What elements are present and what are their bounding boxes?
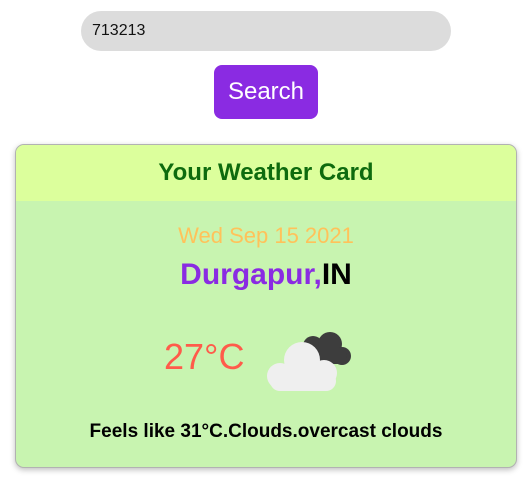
search-input[interactable]: [81, 11, 451, 51]
weather-card-title: Your Weather Card: [158, 159, 374, 186]
search-button[interactable]: Search: [214, 65, 318, 119]
temperature-value: 27°C: [164, 336, 245, 377]
country-code: IN: [321, 258, 352, 291]
broken-clouds-icon: [267, 332, 351, 391]
weather-card: Your Weather Card Wed Sep 15 2021 Durgap…: [15, 144, 517, 468]
weather-date: Wed Sep 15 2021: [178, 223, 354, 248]
location-heading: Durgapur,IN: [16, 258, 516, 292]
weather-app: Search Your Weather Card Wed Sep 15 2021…: [0, 0, 525, 492]
city-name: Durgapur,: [180, 258, 322, 291]
weather-card-header: Your Weather Card: [16, 145, 516, 201]
weather-description: Feels like 31°C.Clouds.overcast clouds: [89, 421, 443, 442]
